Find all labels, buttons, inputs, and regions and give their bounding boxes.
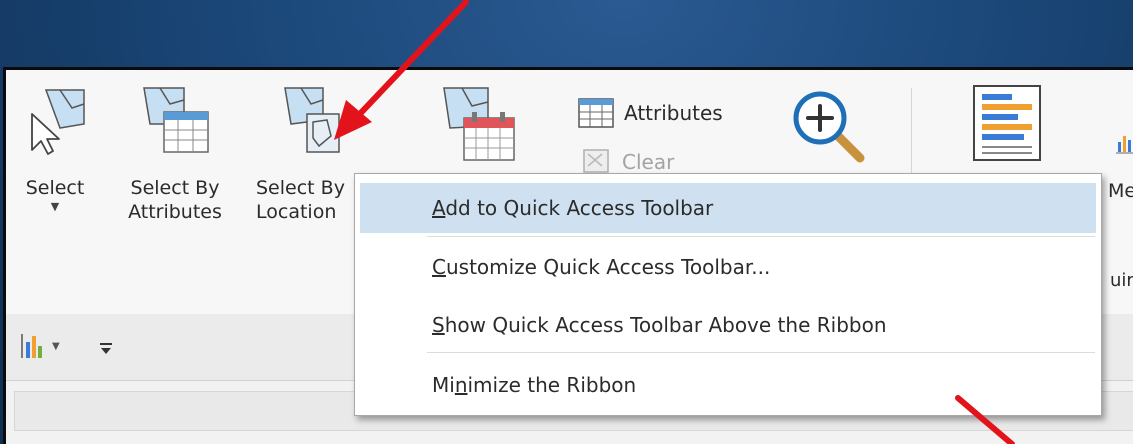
select-by-attributes-icon: [143, 87, 209, 153]
chevron-down-icon: ▼: [52, 340, 60, 352]
select-by-time-button[interactable]: [426, 84, 526, 164]
menu-separator: [427, 352, 1095, 353]
menu-item-customize-qat[interactable]: Customize Quick Access Toolbar...: [360, 242, 1096, 292]
calendar-select-icon: [443, 87, 515, 161]
bar-chart-icon: [21, 334, 42, 358]
layout-list-icon: [973, 85, 1041, 161]
menu-item-minimize-ribbon[interactable]: Minimize the Ribbon: [360, 360, 1096, 410]
select-by-location-button[interactable]: Select By Location: [250, 84, 360, 224]
select-by-location-label-2: Location: [256, 201, 337, 223]
qat-customize-icon: [100, 343, 112, 354]
menu-separator: [427, 236, 1095, 237]
chart-small-icon: [1116, 136, 1133, 154]
qat-customize-button[interactable]: [98, 338, 114, 358]
clear-label: Clear: [622, 150, 675, 174]
layout-list-button[interactable]: [968, 84, 1046, 164]
partial-ribbon-label-2: uir: [1110, 270, 1133, 291]
attributes-table-icon: [578, 98, 614, 128]
select-by-attributes-label-2: Attributes: [128, 201, 222, 223]
select-by-location-label-1: Select By: [256, 177, 345, 199]
menu-item-add-to-qat[interactable]: Add to Quick Access Toolbar: [360, 183, 1096, 233]
select-button[interactable]: Select ▼: [20, 84, 90, 213]
chevron-down-icon: ▼: [50, 200, 60, 213]
context-menu: Add to Quick Access Toolbar Customize Qu…: [354, 173, 1102, 416]
clear-icon: [583, 149, 609, 173]
zoom-to-selection-button[interactable]: [792, 90, 868, 166]
partial-ribbon-label: Me: [1108, 180, 1133, 202]
menu-item-show-qat-above[interactable]: Show Quick Access Toolbar Above the Ribb…: [360, 300, 1096, 350]
select-label: Select: [25, 177, 85, 199]
select-by-location-icon: [284, 87, 340, 153]
select-by-attributes-label-1: Select By: [130, 177, 220, 199]
attributes-button[interactable]: Attributes: [578, 98, 723, 128]
select-by-attributes-button[interactable]: Select By Attributes: [110, 84, 240, 224]
zoom-in-icon: [793, 91, 865, 163]
chart-dropdown-button[interactable]: ▼: [20, 332, 60, 360]
attributes-label: Attributes: [624, 101, 723, 125]
select-cursor-icon: [31, 89, 85, 155]
clear-button[interactable]: Clear: [582, 148, 674, 176]
